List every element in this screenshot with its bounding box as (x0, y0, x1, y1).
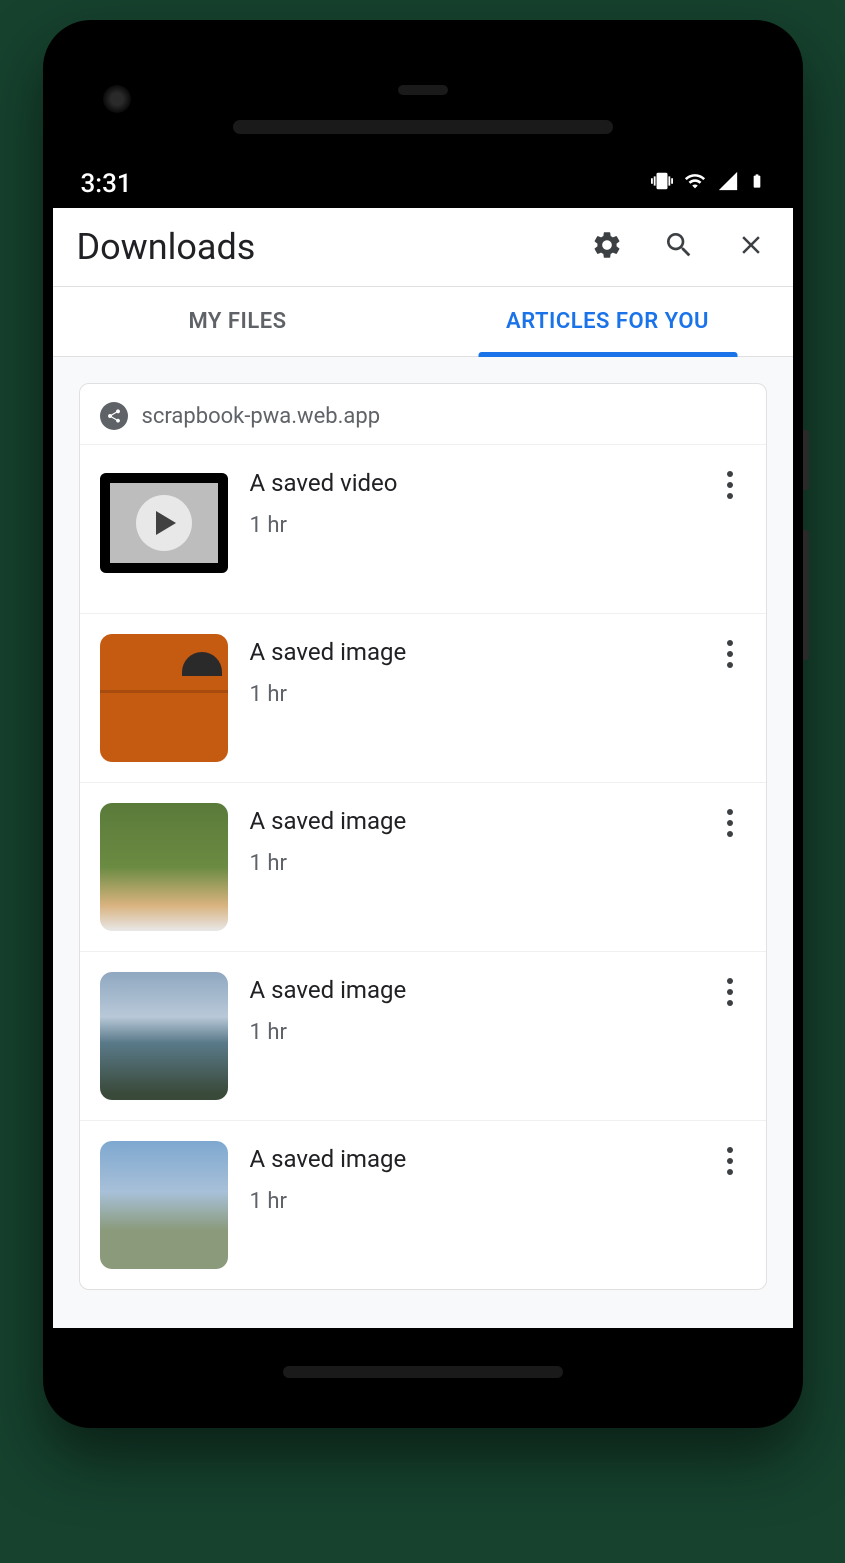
close-icon (736, 230, 766, 264)
content-card: scrapbook-pwa.web.app A saved video 1 hr (79, 383, 767, 1290)
more-vert-icon (727, 978, 733, 1006)
more-vert-icon (727, 640, 733, 668)
more-options-button[interactable] (714, 465, 746, 499)
more-vert-icon (727, 471, 733, 499)
gear-icon (591, 229, 623, 265)
more-options-button[interactable] (714, 1141, 746, 1175)
list-item[interactable]: A saved image 1 hr (80, 613, 766, 782)
image-thumbnail (100, 634, 228, 762)
item-title: A saved image (250, 976, 692, 1004)
item-title: A saved image (250, 807, 692, 835)
more-vert-icon (727, 1147, 733, 1175)
wifi-icon (683, 169, 707, 199)
content-area: scrapbook-pwa.web.app A saved video 1 hr (53, 357, 793, 1328)
battery-icon (749, 169, 765, 200)
phone-bezel-bottom (53, 1328, 793, 1418)
more-options-button[interactable] (714, 803, 746, 837)
tab-my-files[interactable]: MY FILES (53, 287, 423, 356)
app-header: Downloads (53, 208, 793, 287)
status-bar: 3:31 (53, 160, 793, 208)
search-button[interactable] (661, 229, 697, 265)
vibrate-icon (651, 169, 673, 199)
tab-articles-for-you[interactable]: ARTICLES FOR YOU (423, 287, 793, 356)
list-item[interactable]: A saved image 1 hr (80, 951, 766, 1120)
tabs: MY FILES ARTICLES FOR YOU (53, 287, 793, 357)
tab-label: ARTICLES FOR YOU (506, 309, 709, 334)
image-thumbnail (100, 803, 228, 931)
play-icon (136, 495, 192, 551)
status-time: 3:31 (81, 169, 132, 199)
app-screen: Downloads (53, 208, 793, 1328)
image-thumbnail (100, 972, 228, 1100)
close-button[interactable] (733, 229, 769, 265)
video-thumbnail (100, 473, 228, 573)
settings-button[interactable] (589, 229, 625, 265)
more-options-button[interactable] (714, 634, 746, 668)
more-options-button[interactable] (714, 972, 746, 1006)
phone-bezel-top (53, 30, 793, 160)
item-time: 1 hr (250, 1020, 692, 1045)
list-item[interactable]: A saved video 1 hr (80, 444, 766, 613)
card-header: scrapbook-pwa.web.app (80, 384, 766, 444)
tab-label: MY FILES (188, 309, 286, 334)
item-time: 1 hr (250, 1189, 692, 1214)
item-title: A saved video (250, 469, 692, 497)
page-title: Downloads (77, 226, 589, 268)
signal-icon (717, 169, 739, 199)
item-title: A saved image (250, 1145, 692, 1173)
source-url: scrapbook-pwa.web.app (142, 404, 381, 429)
item-time: 1 hr (250, 513, 692, 538)
search-icon (663, 229, 695, 265)
list-item[interactable]: A saved image 1 hr (80, 1120, 766, 1289)
more-vert-icon (727, 809, 733, 837)
item-title: A saved image (250, 638, 692, 666)
share-icon (100, 402, 128, 430)
item-time: 1 hr (250, 851, 692, 876)
list-item[interactable]: A saved image 1 hr (80, 782, 766, 951)
phone-frame: 3:31 Downloads (43, 20, 803, 1428)
item-time: 1 hr (250, 682, 692, 707)
image-thumbnail (100, 1141, 228, 1269)
